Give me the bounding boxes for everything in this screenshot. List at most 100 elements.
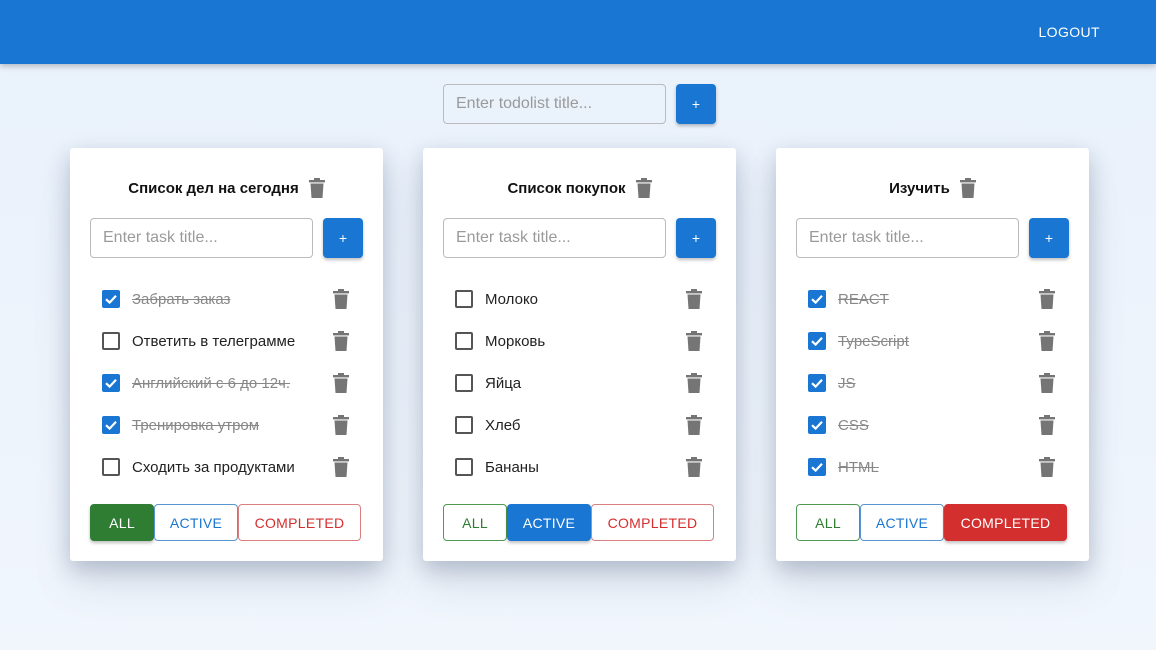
task-label: Тренировка утром — [132, 416, 260, 434]
task-item: Молоко — [443, 278, 716, 320]
todolist-header: Список дел на сегодня — [70, 174, 383, 202]
task-checkbox[interactable] — [102, 458, 120, 476]
filter-active-button[interactable]: ACTIVE — [154, 504, 238, 541]
delete-task-icon[interactable] — [1039, 289, 1055, 309]
task-item: JS — [796, 362, 1069, 404]
todolist-title-input[interactable] — [443, 84, 666, 124]
add-todolist-form: + — [443, 84, 716, 124]
task-checkbox[interactable] — [455, 374, 473, 392]
task-checkbox[interactable] — [808, 374, 826, 392]
task-item: Сходить за продуктами — [90, 446, 363, 488]
task-label: Молоко — [485, 290, 539, 308]
add-task-form: + — [796, 218, 1069, 258]
filter-completed-button[interactable]: COMPLETED — [238, 504, 361, 541]
delete-todolist-icon[interactable] — [959, 178, 976, 198]
filter-buttons: ALL ACTIVE COMPLETED — [90, 504, 361, 541]
task-label: Яйца — [485, 374, 522, 392]
add-todolist-button[interactable]: + — [676, 84, 716, 124]
task-item: Ответить в телеграмме — [90, 320, 363, 362]
task-checkbox[interactable] — [102, 290, 120, 308]
task-checkbox[interactable] — [455, 458, 473, 476]
filter-active-button[interactable]: ACTIVE — [507, 504, 591, 541]
task-list: REACT TypeScript JS CSS HTML — [796, 278, 1069, 488]
task-item: CSS — [796, 404, 1069, 446]
delete-task-icon[interactable] — [686, 331, 702, 351]
delete-task-icon[interactable] — [686, 373, 702, 393]
task-item: REACT — [796, 278, 1069, 320]
task-item: Английский с 6 до 12ч. — [90, 362, 363, 404]
add-task-form: + — [90, 218, 363, 258]
delete-task-icon[interactable] — [333, 289, 349, 309]
task-checkbox[interactable] — [808, 332, 826, 350]
todolist-title: Список покупок — [507, 179, 626, 197]
app-bar: LOGOUT — [0, 0, 1156, 64]
task-label: Сходить за продуктами — [132, 458, 295, 476]
delete-task-icon[interactable] — [333, 415, 349, 435]
delete-task-icon[interactable] — [686, 415, 702, 435]
logout-button[interactable]: LOGOUT — [1030, 18, 1108, 46]
task-list: Забрать заказ Ответить в телеграмме Англий… — [90, 278, 363, 488]
task-label: HTML — [838, 458, 879, 476]
delete-task-icon[interactable] — [333, 457, 349, 477]
task-title-input[interactable] — [90, 218, 313, 258]
todolist-title: Список дел на сегодня — [128, 179, 299, 197]
filter-all-button[interactable]: ALL — [90, 504, 154, 541]
task-item: TypeScript — [796, 320, 1069, 362]
task-label: TypeScript — [838, 332, 909, 350]
task-checkbox[interactable] — [808, 416, 826, 434]
task-checkbox[interactable] — [455, 332, 473, 350]
todolist-card: Изучить + REACT TypeScript JS CSS HTML ALLACTIV… — [776, 148, 1089, 561]
task-checkbox[interactable] — [808, 458, 826, 476]
delete-task-icon[interactable] — [1039, 457, 1055, 477]
todolist-header: Изучить — [776, 174, 1089, 202]
add-task-form: + — [443, 218, 716, 258]
task-label: Ответить в телеграмме — [132, 332, 296, 350]
task-item: Яйца — [443, 362, 716, 404]
task-label: JS — [838, 374, 856, 392]
task-item: Тренировка утром — [90, 404, 363, 446]
task-checkbox[interactable] — [102, 374, 120, 392]
task-item: Бананы — [443, 446, 716, 488]
task-label: REACT — [838, 290, 889, 308]
task-item: Забрать заказ — [90, 278, 363, 320]
add-task-button[interactable]: + — [323, 218, 363, 258]
task-checkbox[interactable] — [102, 332, 120, 350]
filter-buttons: ALL ACTIVE COMPLETED — [443, 504, 714, 541]
task-item: Хлеб — [443, 404, 716, 446]
task-label: Морковь — [485, 332, 546, 350]
delete-task-icon[interactable] — [1039, 415, 1055, 435]
filter-buttons: ALL ACTIVE COMPLETED — [796, 504, 1067, 541]
add-task-button[interactable]: + — [676, 218, 716, 258]
task-checkbox[interactable] — [455, 416, 473, 434]
delete-todolist-icon[interactable] — [308, 178, 325, 198]
filter-all-button[interactable]: ALL — [443, 504, 507, 541]
delete-task-icon[interactable] — [333, 373, 349, 393]
task-checkbox[interactable] — [808, 290, 826, 308]
task-label: CSS — [838, 416, 869, 434]
task-label: Хлеб — [485, 416, 521, 434]
task-label: Английский с 6 до 12ч. — [132, 374, 291, 392]
task-item: Морковь — [443, 320, 716, 362]
task-title-input[interactable] — [796, 218, 1019, 258]
delete-task-icon[interactable] — [1039, 331, 1055, 351]
filter-all-button[interactable]: ALL — [796, 504, 860, 541]
filter-completed-button[interactable]: COMPLETED — [591, 504, 714, 541]
todolist-title: Изучить — [889, 179, 950, 197]
delete-task-icon[interactable] — [333, 331, 349, 351]
task-title-input[interactable] — [443, 218, 666, 258]
filter-completed-button[interactable]: COMPLETED — [944, 504, 1067, 541]
todolist-header: Список покупок — [423, 174, 736, 202]
delete-task-icon[interactable] — [686, 289, 702, 309]
add-task-button[interactable]: + — [1029, 218, 1069, 258]
task-item: HTML — [796, 446, 1069, 488]
task-checkbox[interactable] — [102, 416, 120, 434]
delete-todolist-icon[interactable] — [635, 178, 652, 198]
task-label: Бананы — [485, 458, 539, 476]
todolist-card: Список покупок + Молоко Морковь Яйца Хлеб Бана… — [423, 148, 736, 561]
task-checkbox[interactable] — [455, 290, 473, 308]
task-label: Забрать заказ — [132, 290, 231, 308]
filter-active-button[interactable]: ACTIVE — [860, 504, 944, 541]
delete-task-icon[interactable] — [686, 457, 702, 477]
delete-task-icon[interactable] — [1039, 373, 1055, 393]
task-list: Молоко Морковь Яйца Хлеб Бананы — [443, 278, 716, 488]
